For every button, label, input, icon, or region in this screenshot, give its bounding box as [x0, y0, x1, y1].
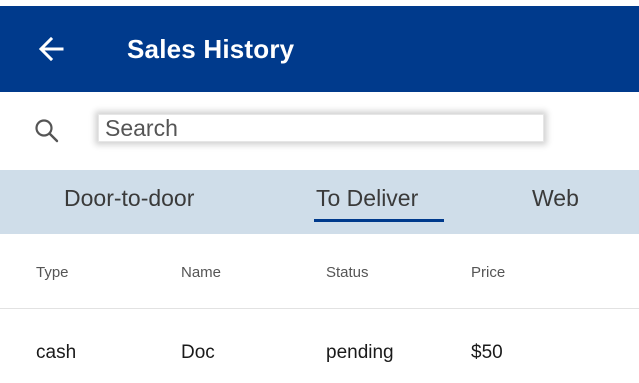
back-button[interactable] [36, 34, 66, 64]
search-input[interactable] [98, 114, 544, 142]
tab-web[interactable]: Web [532, 185, 579, 212]
app-bar: Sales History [0, 6, 639, 92]
sales-table: Type Name Status Price cash Doc pending … [0, 234, 639, 383]
column-header-price: Price [471, 264, 506, 281]
cell-price: $50 [471, 342, 503, 363]
search-icon[interactable] [33, 117, 61, 145]
cell-status: pending [326, 342, 394, 363]
cell-type: cash [36, 342, 77, 363]
cell-name: Doc [181, 342, 215, 363]
column-header-type: Type [36, 264, 69, 281]
page-title: Sales History [127, 34, 295, 64]
tab-door-to-door[interactable]: Door-to-door [64, 185, 194, 212]
tab-to-deliver[interactable]: To Deliver [316, 185, 418, 212]
tab-bar: Door-to-door To Deliver Web [0, 170, 639, 234]
column-header-status: Status [326, 264, 369, 281]
column-header-name: Name [181, 264, 222, 281]
search-bar [0, 92, 639, 170]
row-divider [0, 308, 639, 309]
sales-history-screen: Sales History Door-to-door To Deliver We… [0, 0, 639, 383]
arrow-left-icon [38, 36, 64, 62]
active-tab-indicator [314, 219, 444, 222]
